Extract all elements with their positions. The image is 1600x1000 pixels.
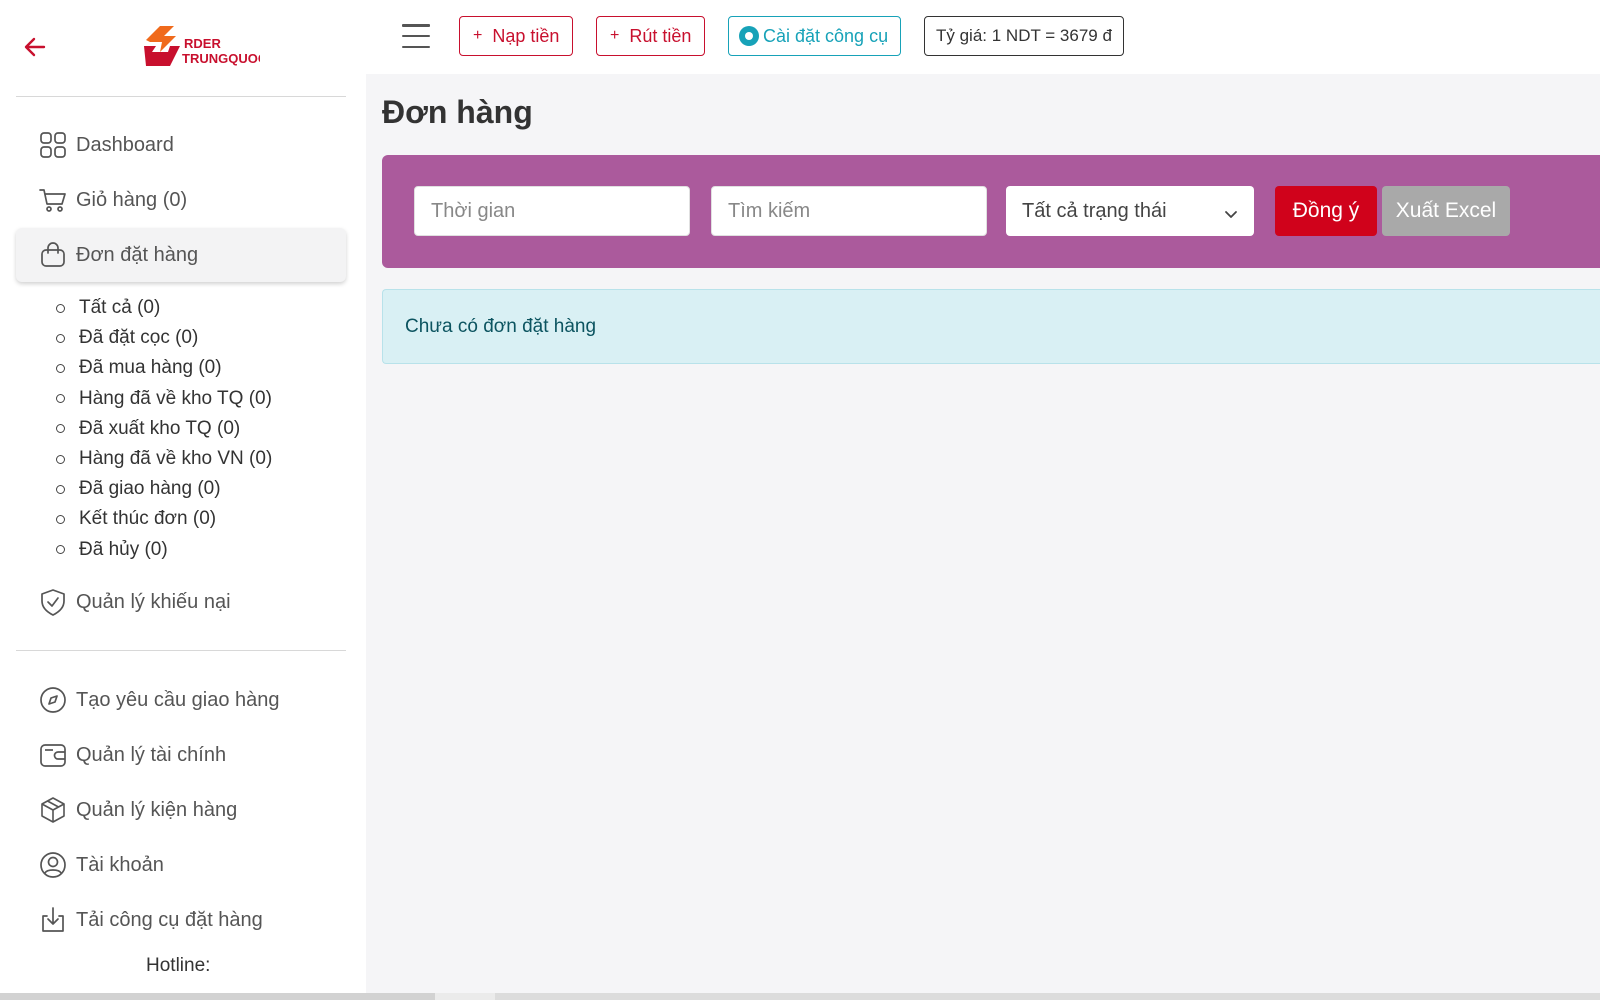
- search-input[interactable]: [711, 186, 987, 236]
- order-status-item[interactable]: Kết thúc đơn (0): [56, 504, 272, 534]
- horizontal-scrollbar[interactable]: [0, 993, 1600, 1000]
- sidebar-item-packages[interactable]: Quản lý kiện hàng: [16, 783, 346, 837]
- sidebar-item-label: Đơn đặt hàng: [76, 243, 199, 266]
- order-status-item[interactable]: Đã giao hàng (0): [56, 474, 272, 504]
- sidebar-item-account[interactable]: Tài khoản: [16, 838, 346, 892]
- topbar: + Nạp tiền + Rút tiền Cài đặt công cụ Tỷ…: [366, 0, 1600, 74]
- order-status-item[interactable]: Đã mua hàng (0): [56, 353, 272, 383]
- sidebar-item-finance[interactable]: Quản lý tài chính: [16, 728, 346, 782]
- status-select[interactable]: Tất cả trạng thái: [1006, 186, 1254, 236]
- wallet-icon: [38, 740, 68, 770]
- order-status-item[interactable]: Đã xuất kho TQ (0): [56, 414, 272, 444]
- empty-orders-alert: Chưa có đơn đặt hàng: [382, 289, 1600, 364]
- sidebar-item-label: Tải công cụ đặt hàng: [76, 908, 263, 931]
- logo-text-bottom: TRUNGQUOC: [182, 51, 260, 66]
- deposit-button[interactable]: + Nạp tiền: [459, 16, 574, 56]
- sidebar-item-orders[interactable]: Đơn đặt hàng: [16, 228, 346, 282]
- install-tool-button[interactable]: Cài đặt công cụ: [728, 16, 902, 56]
- package-icon: [38, 795, 68, 825]
- plus-icon: +: [610, 27, 620, 44]
- shield-check-icon: [38, 587, 68, 617]
- logo[interactable]: RDER TRUNGQUOC: [140, 22, 268, 72]
- status-select-value: Tất cả trạng thái: [1022, 199, 1167, 222]
- order-status-item[interactable]: Hàng đã về kho VN (0): [56, 444, 272, 474]
- apply-button[interactable]: Đồng ý: [1275, 186, 1377, 236]
- user-circle-icon: [38, 850, 68, 880]
- order-status-item[interactable]: Tất cả (0): [56, 293, 272, 323]
- withdraw-button[interactable]: + Rút tiền: [596, 16, 706, 56]
- shopping-bag-icon: [38, 240, 68, 270]
- sidebar-item-label: Quản lý khiếu nại: [76, 590, 231, 613]
- sidebar-divider: [16, 650, 346, 651]
- sidebar-item-complaints[interactable]: Quản lý khiếu nại: [16, 575, 346, 629]
- exchange-rate-badge: Tỷ giá: 1 NDT = 3679 đ: [924, 16, 1124, 56]
- sidebar-item-dashboard[interactable]: Dashboard: [16, 118, 346, 172]
- chevron-down-icon: [1224, 204, 1238, 218]
- sidebar-divider: [16, 96, 346, 97]
- compass-icon: [38, 685, 68, 715]
- cart-icon: [38, 185, 68, 215]
- grid-icon: [38, 130, 68, 160]
- sidebar-item-label: Dashboard: [76, 133, 174, 156]
- sidebar-item-label: Tạo yêu cầu giao hàng: [76, 688, 280, 711]
- main-content: Đơn hàng Tất cả trạng thái Đồng ý Xuất E…: [366, 74, 1600, 993]
- sidebar-item-label: Quản lý tài chính: [76, 743, 227, 766]
- sidebar: RDER TRUNGQUOC Dashboard Giỏ hàng (0) Đơ…: [0, 0, 366, 1000]
- plus-icon: +: [473, 27, 483, 44]
- order-status-item[interactable]: Đã hủy (0): [56, 535, 272, 565]
- sidebar-item-cart[interactable]: Giỏ hàng (0): [16, 173, 346, 227]
- sidebar-item-delivery-request[interactable]: Tạo yêu cầu giao hàng: [16, 673, 346, 727]
- logo-text-top: RDER: [184, 36, 221, 51]
- export-excel-button[interactable]: Xuất Excel: [1382, 186, 1510, 236]
- filter-bar: Tất cả trạng thái Đồng ý Xuất Excel: [382, 155, 1600, 268]
- menu-toggle-icon[interactable]: [402, 24, 430, 48]
- order-status-item[interactable]: Đã đặt cọc (0): [56, 323, 272, 353]
- scrollbar-track-left: [0, 993, 435, 1000]
- sidebar-item-label: Quản lý kiện hàng: [76, 798, 238, 821]
- hotline-label: Hotline:: [146, 955, 211, 976]
- order-status-item[interactable]: Hàng đã về kho TQ (0): [56, 384, 272, 414]
- page-title: Đơn hàng: [382, 94, 533, 130]
- scrollbar-track-right: [495, 993, 1600, 1000]
- download-icon: [38, 905, 68, 935]
- empty-message: Chưa có đơn đặt hàng: [405, 315, 597, 337]
- order-status-list: Tất cả (0) Đã đặt cọc (0) Đã mua hàng (0…: [56, 293, 272, 565]
- sidebar-item-label: Giỏ hàng (0): [76, 188, 188, 211]
- sidebar-item-download-tool[interactable]: Tải công cụ đặt hàng: [16, 893, 346, 947]
- time-filter-input[interactable]: [414, 186, 690, 236]
- back-arrow-icon[interactable]: [22, 34, 48, 60]
- sidebar-item-label: Tài khoản: [76, 853, 164, 876]
- chrome-icon: [739, 26, 759, 46]
